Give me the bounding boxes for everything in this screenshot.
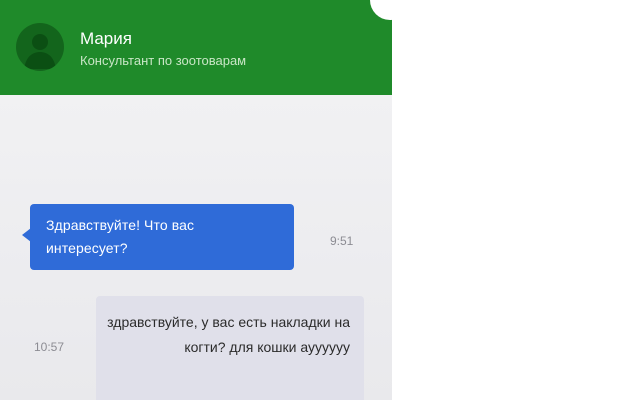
person-silhouette-icon xyxy=(24,34,56,69)
contact-role: Консультант по зоотоварам xyxy=(80,53,247,68)
chat-header: Мария Консультант по зоотоварам xyxy=(0,0,392,95)
header-corner xyxy=(370,0,392,20)
blank-area xyxy=(392,0,640,400)
user-message-bubble: здравствуйте, у вас есть накладки на ког… xyxy=(96,296,364,400)
agent-message-bubble: Здравствуйте! Что вас интересует? xyxy=(30,204,294,270)
contact-name: Мария xyxy=(80,29,132,48)
screenshot-stage: Мария Консультант по зоотоварам Здравств… xyxy=(0,0,640,400)
user-message-time: 10:57 xyxy=(34,340,65,354)
chat-window: Мария Консультант по зоотоварам Здравств… xyxy=(0,0,392,400)
avatar[interactable] xyxy=(16,23,64,71)
agent-message-time: 9:51 xyxy=(330,234,354,248)
